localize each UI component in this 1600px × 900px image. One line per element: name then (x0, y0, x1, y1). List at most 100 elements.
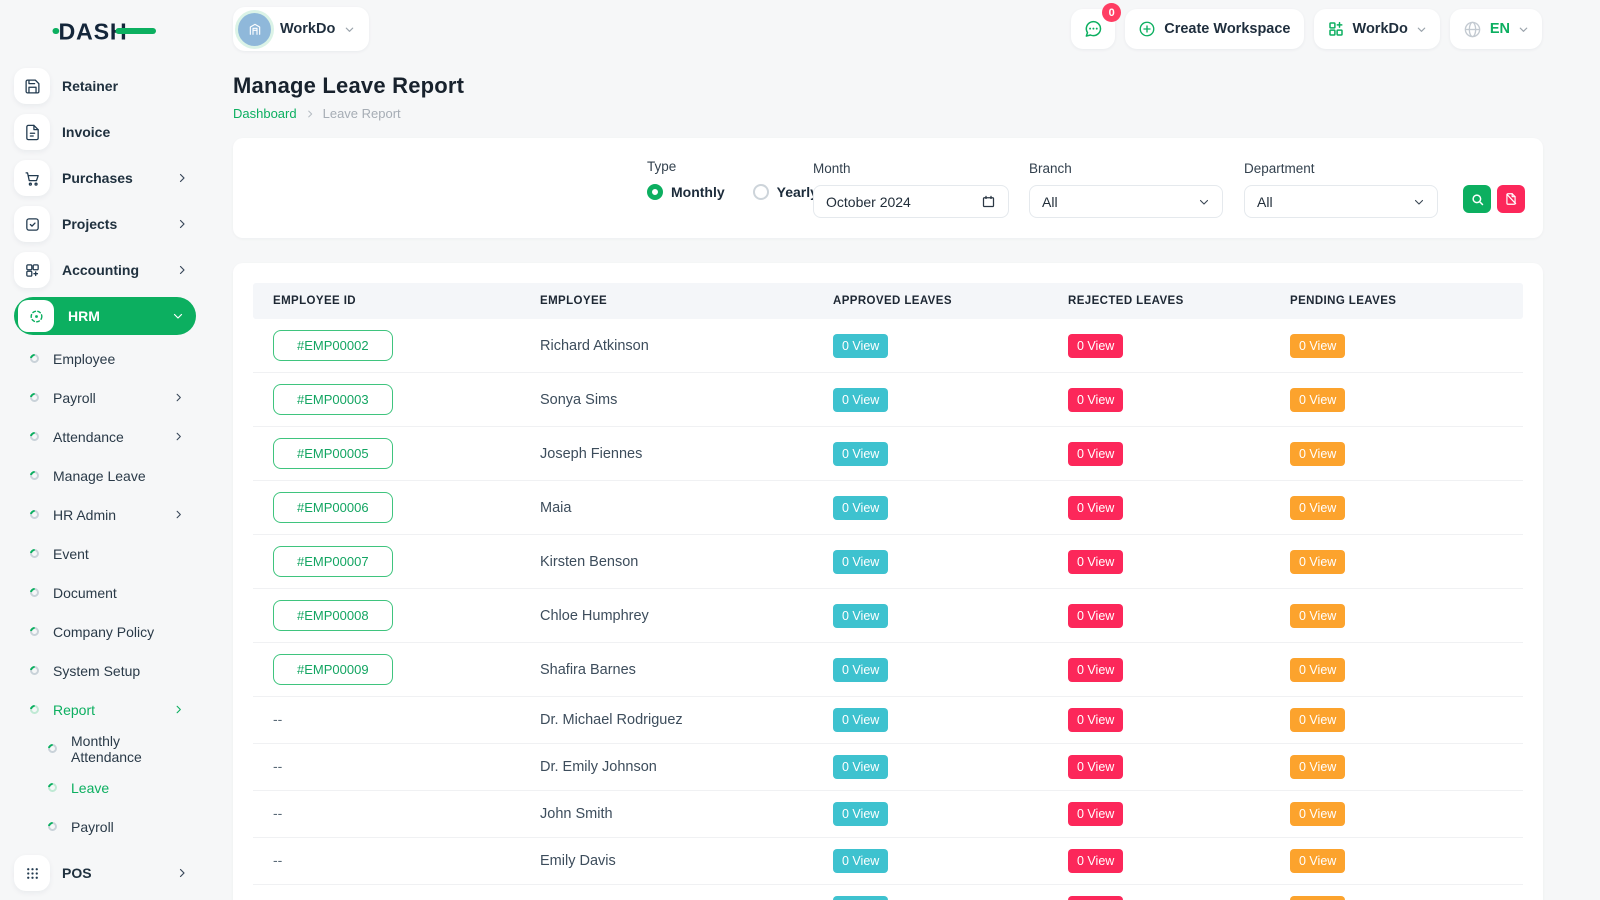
language-selector[interactable]: EN (1450, 9, 1542, 49)
pending-view-button[interactable]: 0 View (1290, 442, 1345, 466)
approved-view-button[interactable]: 0 View (833, 708, 888, 732)
sidebar-item-payroll-report[interactable]: Payroll (0, 807, 210, 846)
sidebar-item-payroll[interactable]: Payroll (0, 378, 210, 417)
chevron-right-icon (176, 218, 188, 230)
pending-view-button[interactable]: 0 View (1290, 496, 1345, 520)
sidebar-item-employee[interactable]: Employee (0, 339, 210, 378)
employee-id-badge[interactable]: #EMP00005 (273, 438, 393, 469)
sidebar-subitem-label: System Setup (53, 663, 184, 679)
sidebar-item-attendance[interactable]: Attendance (0, 417, 210, 456)
chevron-down-icon (1413, 196, 1425, 208)
sidebar-item-pos[interactable]: POS (0, 850, 210, 896)
employee-id-badge[interactable]: #EMP00009 (273, 654, 393, 685)
reset-filter-button[interactable] (1497, 185, 1525, 213)
rejected-view-button[interactable]: 0 View (1068, 442, 1123, 466)
rejected-view-button[interactable]: 0 View (1068, 550, 1123, 574)
employee-id-plain: -- (273, 758, 282, 774)
search-button[interactable] (1463, 185, 1491, 213)
chevron-down-icon (344, 24, 355, 35)
rejected-view-button[interactable]: 0 View (1068, 388, 1123, 412)
page-content: Manage Leave Report Dashboard Leave Repo… (210, 73, 1600, 900)
sidebar-item-hrm[interactable]: HRM (14, 297, 196, 335)
approved-view-button[interactable]: 0 View (833, 849, 888, 873)
topbar: WorkDo 0 Create Workspace WorkDo (210, 0, 1600, 58)
employee-name: Chloe Humphrey (520, 608, 813, 624)
employee-id-plain: -- (273, 852, 282, 868)
approved-view-button[interactable]: 0 View (833, 755, 888, 779)
approved-view-button[interactable]: 0 View (833, 388, 888, 412)
pending-view-button[interactable]: 0 View (1290, 708, 1345, 732)
breadcrumb-separator-icon (305, 109, 315, 119)
pending-view-button[interactable]: 0 View (1290, 755, 1345, 779)
pending-view-button[interactable]: 0 View (1290, 849, 1345, 873)
sidebar-item-monthly-attendance[interactable]: Monthly Attendance (0, 729, 210, 768)
approved-view-button[interactable]: 0 View (833, 496, 888, 520)
pending-view-button[interactable]: 0 View (1290, 388, 1345, 412)
sidebar-subitem-label: Document (53, 585, 184, 601)
employee-id-badge[interactable]: #EMP00003 (273, 384, 393, 415)
employee-id-badge[interactable]: #EMP00002 (273, 330, 393, 361)
branch-select[interactable]: All (1029, 185, 1223, 218)
pending-view-button[interactable]: 0 View (1290, 658, 1345, 682)
approved-view-button[interactable]: 0 View (833, 334, 888, 358)
pending-view-button[interactable]: 0 View (1290, 896, 1345, 900)
approved-view-button[interactable]: 0 View (833, 896, 888, 900)
sidebar-item-accounting[interactable]: Accounting (0, 247, 210, 293)
approved-view-button[interactable]: 0 View (833, 442, 888, 466)
radio-icon (647, 184, 663, 200)
rejected-view-button[interactable]: 0 View (1068, 802, 1123, 826)
sidebar-item-hr-admin[interactable]: HR Admin (0, 495, 210, 534)
sidebar-item-report[interactable]: Report (0, 690, 210, 729)
column-header: APPROVED LEAVES (813, 295, 1048, 307)
month-input[interactable]: October 2024 (813, 185, 1009, 218)
sidebar-item-event[interactable]: Event (0, 534, 210, 573)
rejected-view-button[interactable]: 0 View (1068, 849, 1123, 873)
sidebar-item-manage-leave[interactable]: Manage Leave (0, 456, 210, 495)
approved-view-button[interactable]: 0 View (833, 658, 888, 682)
app-logo[interactable]: DASH (0, 0, 210, 60)
sidebar-item-system-setup[interactable]: System Setup (0, 651, 210, 690)
approved-view-button[interactable]: 0 View (833, 604, 888, 628)
rejected-view-button[interactable]: 0 View (1068, 658, 1123, 682)
sidebar-item-company-policy[interactable]: Company Policy (0, 612, 210, 651)
search-icon (1470, 192, 1485, 207)
department-select[interactable]: All (1244, 185, 1438, 218)
rejected-view-button[interactable]: 0 View (1068, 334, 1123, 358)
check-square-icon (14, 206, 50, 242)
radio-yearly[interactable]: Yearly (753, 184, 818, 200)
chevron-right-icon (173, 392, 184, 403)
workdo-menu-button[interactable]: WorkDo (1314, 9, 1440, 49)
approved-view-button[interactable]: 0 View (833, 550, 888, 574)
rejected-view-button[interactable]: 0 View (1068, 496, 1123, 520)
rejected-view-button[interactable]: 0 View (1068, 896, 1123, 900)
branch-label: Branch (1029, 161, 1223, 176)
rejected-view-button[interactable]: 0 View (1068, 604, 1123, 628)
sidebar-item-invoice[interactable]: Invoice (0, 109, 210, 155)
sidebar-item-leave-report[interactable]: Leave (0, 768, 210, 807)
sidebar-item-label: Accounting (62, 262, 176, 278)
employee-id-badge[interactable]: #EMP00006 (273, 492, 393, 523)
employee-id-badge[interactable]: #EMP00007 (273, 546, 393, 577)
approved-view-button[interactable]: 0 View (833, 802, 888, 826)
pending-view-button[interactable]: 0 View (1290, 550, 1345, 574)
sidebar-item-projects[interactable]: Projects (0, 201, 210, 247)
create-workspace-button[interactable]: Create Workspace (1125, 9, 1303, 49)
workspace-switcher[interactable]: WorkDo (233, 7, 369, 51)
rejected-view-button[interactable]: 0 View (1068, 755, 1123, 779)
pending-view-button[interactable]: 0 View (1290, 604, 1345, 628)
sidebar-item-purchases[interactable]: Purchases (0, 155, 210, 201)
sidebar-subitem-label: Payroll (53, 390, 173, 406)
radio-monthly[interactable]: Monthly (647, 184, 725, 200)
pending-view-button[interactable]: 0 View (1290, 334, 1345, 358)
employee-id-badge[interactable]: #EMP00008 (273, 600, 393, 631)
rejected-view-button[interactable]: 0 View (1068, 708, 1123, 732)
messages-button[interactable]: 0 (1071, 9, 1115, 49)
pending-view-button[interactable]: 0 View (1290, 802, 1345, 826)
sidebar-item-label: Purchases (62, 170, 176, 186)
breadcrumb-dashboard-link[interactable]: Dashboard (233, 106, 297, 121)
sidebar-item-document[interactable]: Document (0, 573, 210, 612)
sidebar-item-retainer[interactable]: Retainer (0, 63, 210, 109)
sidebar-item-label: Projects (62, 216, 176, 232)
main-area: WorkDo 0 Create Workspace WorkDo (210, 0, 1600, 900)
table-row: #EMP00006 Maia 0 View 0 View 0 View (253, 481, 1523, 535)
